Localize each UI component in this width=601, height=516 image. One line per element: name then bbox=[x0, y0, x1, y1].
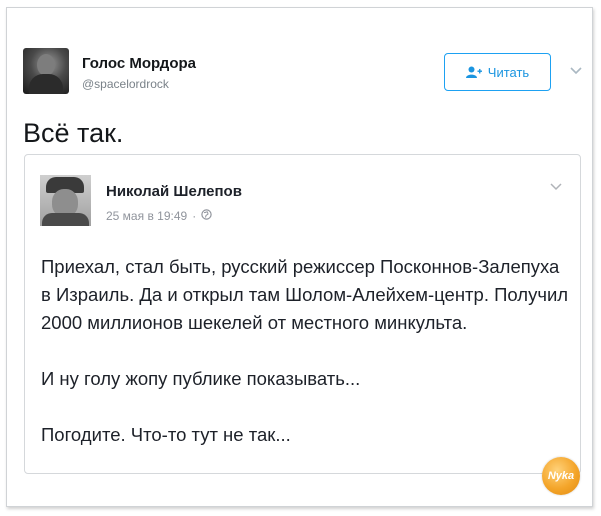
quoted-post-meta: 25 мая в 19:49 · bbox=[106, 209, 212, 223]
tweet-text: Всё так. bbox=[23, 118, 124, 148]
quoted-author-name[interactable]: Николай Шелепов bbox=[106, 183, 242, 200]
author-avatar[interactable] bbox=[23, 48, 69, 94]
quoted-post-date[interactable]: 25 мая в 19:49 bbox=[106, 209, 187, 223]
meta-separator: · bbox=[192, 209, 197, 223]
chevron-down-icon[interactable] bbox=[550, 183, 562, 191]
author-handle[interactable]: @spacelordrock bbox=[82, 77, 169, 91]
globe-icon bbox=[201, 209, 212, 223]
quoted-paragraph-1: Приехал, стал быть, русский режиссер Пос… bbox=[41, 256, 569, 333]
quoted-paragraph-3: Погодите. Что-то тут не так... bbox=[41, 424, 291, 445]
chevron-down-icon[interactable] bbox=[570, 66, 582, 76]
quoted-paragraph-2: И ну голу жопу публике показывать... bbox=[41, 368, 361, 389]
quoted-author-avatar[interactable] bbox=[40, 175, 91, 226]
author-name[interactable]: Голос Мордора bbox=[82, 55, 196, 72]
follow-button-label: Читать bbox=[487, 64, 530, 80]
add-user-icon bbox=[465, 66, 482, 78]
follow-button[interactable]: Читать bbox=[444, 53, 551, 91]
quoted-post-body: Приехал, стал быть, русский режиссер Пос… bbox=[41, 253, 571, 449]
watermark-logo: Nyka bbox=[542, 457, 580, 495]
quoted-post[interactable]: Николай Шелепов 25 мая в 19:49 · Приехал… bbox=[24, 154, 581, 474]
tweet-card: Голос Мордора @spacelordrock Читать Всё … bbox=[6, 7, 593, 507]
